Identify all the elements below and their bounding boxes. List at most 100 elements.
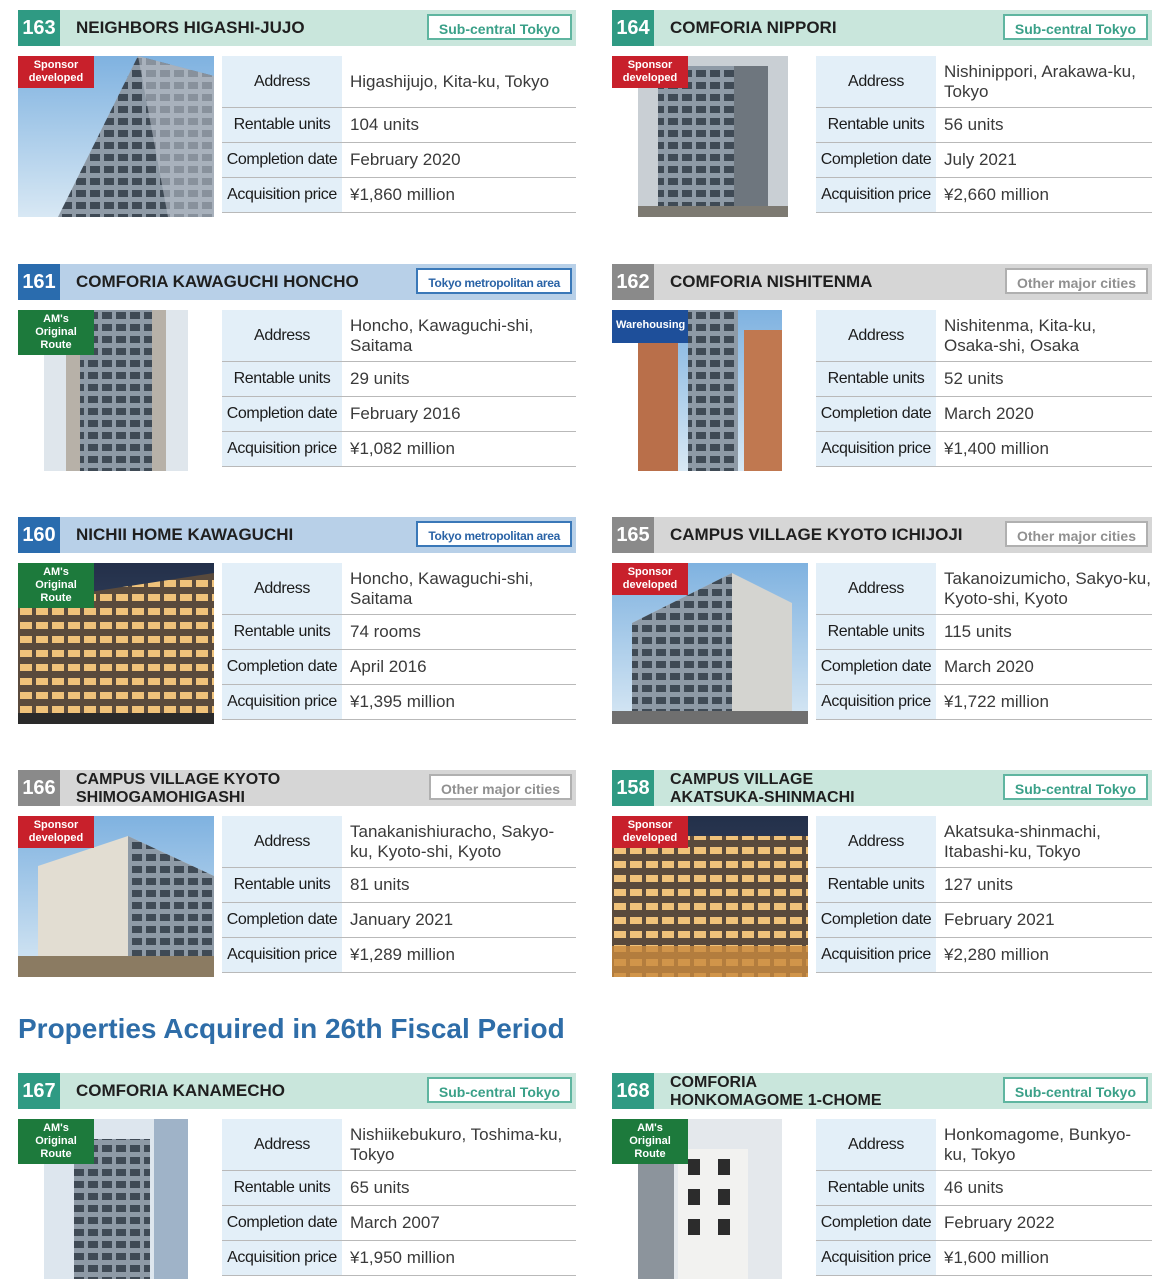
property-card: 160 NICHII HOME KAWAGUCHI Tokyo metropol… [18,517,576,737]
property-details: Address Nishitenma, Kita-ku, Osaka-shi, O… [816,310,1152,467]
property-details: Address Honkomagome, Bunkyo-ku, Tokyo Ren… [816,1119,1152,1276]
address-label: Address [816,56,936,107]
property-number: 166 [18,770,60,806]
property-card: 167 COMFORIA KANAMECHO Sub-central Tokyo… [18,1073,576,1279]
address-value: Honkomagome, Bunkyo-ku, Tokyo [944,1124,1132,1164]
card-header: 161 COMFORIA KAWAGUCHI HONCHO Tokyo metr… [18,264,576,300]
sponsor-developed-badge: Sponsor developed [18,816,94,848]
price-value: ¥1,950 million [350,1248,455,1267]
property-details: Address Honcho, Kawaguchi-shi, Saitama Re… [222,310,576,467]
price-value: ¥1,600 million [944,1248,1049,1267]
units-label: Rentable units [816,108,936,142]
property-card: 162 COMFORIA NISHITENMA Other major citi… [612,264,1152,484]
address-value: Takanoizumicho, Sakyo-ku, Kyoto-shi, Kyo… [944,568,1151,608]
property-card: 163 NEIGHBORS HIGASHI-JUJO Sub-central T… [18,10,576,230]
property-number: 164 [612,10,654,46]
area-tag: Other major cities [1004,268,1148,294]
price-label: Acquisition price [816,178,936,212]
property-name: CAMPUS VILLAGE AKATSUKA-SHINMACHI [670,771,855,806]
property-card: 164 COMFORIA NIPPORI Sub-central Tokyo S… [612,10,1152,230]
price-label: Acquisition price [222,178,342,212]
area-tag: Sub-central Tokyo [426,1077,572,1103]
area-tag: Sub-central Tokyo [1002,774,1148,800]
price-value: ¥1,082 million [350,439,455,458]
address-label: Address [222,310,342,361]
address-label: Address [222,1119,342,1170]
property-details: Address Nishinippori, Arakawa-ku, Tokyo R… [816,56,1152,213]
address-value: Nishinippori, Arakawa-ku, Tokyo [944,61,1136,101]
address-label: Address [222,563,342,614]
property-details: Address Honcho, Kawaguchi-shi, Saitama Re… [222,563,576,720]
price-value: ¥1,289 million [350,945,455,964]
area-tag: Other major cities [428,774,572,800]
am-original-route-badge: AM's Original Route [18,1119,94,1164]
price-label: Acquisition price [816,432,936,466]
card-header: 167 COMFORIA KANAMECHO Sub-central Tokyo [18,1073,576,1109]
address-value: Tanakanishiuracho, Sakyo-ku, Kyoto-shi, … [350,821,555,861]
property-number: 160 [18,517,60,553]
completion-value: July 2021 [944,150,1017,169]
am-original-route-badge: AM's Original Route [18,563,94,608]
address-value: Higashijujo, Kita-ku, Tokyo [350,71,550,91]
completion-label: Completion date [222,397,342,431]
units-value: 115 units [944,622,1012,641]
area-tag: Sub-central Tokyo [1002,1077,1148,1103]
price-value: ¥2,280 million [944,945,1049,964]
units-label: Rentable units [816,1171,936,1205]
address-label: Address [816,310,936,361]
price-value: ¥1,722 million [944,692,1049,711]
property-number: 165 [612,517,654,553]
completion-label: Completion date [222,1206,342,1240]
property-number: 163 [18,10,60,46]
price-label: Acquisition price [222,1241,342,1275]
property-name: COMFORIA NIPPORI [670,18,837,37]
completion-label: Completion date [222,650,342,684]
property-number: 161 [18,264,60,300]
sponsor-developed-badge: Sponsor developed [612,816,688,848]
property-details: Address Nishiikebukuro, Toshima-ku, Tokyo… [222,1119,576,1276]
card-header: 160 NICHII HOME KAWAGUCHI Tokyo metropol… [18,517,576,553]
completion-value: March 2020 [944,404,1034,423]
address-label: Address [222,816,342,867]
property-details: Address Tanakanishiuracho, Sakyo-ku, Kyot… [222,816,576,973]
property-name: COMFORIA HONKOMAGOME 1-CHOME [670,1074,882,1109]
am-original-route-badge: AM's Original Route [18,310,94,355]
card-header: 166 CAMPUS VILLAGE KYOTO SHIMOGAMOHIGASH… [18,770,576,806]
completion-value: March 2020 [944,657,1034,676]
sponsor-developed-badge: Sponsor developed [612,563,688,595]
am-original-route-badge: AM's Original Route [612,1119,688,1164]
completion-label: Completion date [222,143,342,177]
property-card: 158 CAMPUS VILLAGE AKATSUKA-SHINMACHI Su… [612,770,1152,990]
property-name: COMFORIA KANAMECHO [76,1081,286,1100]
property-name: NICHII HOME KAWAGUCHI [76,525,294,544]
address-value: Nishitenma, Kita-ku, Osaka-shi, Osaka [944,315,1097,355]
property-details: Address Akatsuka-shinmachi, Itabashi-ku, … [816,816,1152,973]
warehousing-badge: Warehousing [612,310,688,343]
address-label: Address [816,1119,936,1170]
completion-label: Completion date [816,650,936,684]
completion-value: February 2021 [944,910,1055,929]
completion-label: Completion date [816,1206,936,1240]
completion-label: Completion date [222,903,342,937]
property-name: CAMPUS VILLAGE KYOTO SHIMOGAMOHIGASHI [76,771,281,806]
address-value: Honcho, Kawaguchi-shi, Saitama [350,568,534,608]
property-name: CAMPUS VILLAGE KYOTO ICHIJOJI [670,525,963,544]
property-details: Address Higashijujo, Kita-ku, Tokyo Renta… [222,56,576,213]
card-header: 158 CAMPUS VILLAGE AKATSUKA-SHINMACHI Su… [612,770,1152,806]
price-label: Acquisition price [816,1241,936,1275]
property-name: NEIGHBORS HIGASHI-JUJO [76,18,305,37]
property-card: 166 CAMPUS VILLAGE KYOTO SHIMOGAMOHIGASH… [18,770,576,990]
property-number: 162 [612,264,654,300]
area-tag: Other major cities [1004,521,1148,547]
units-value: 104 units [350,115,419,134]
property-number: 167 [18,1073,60,1109]
units-value: 29 units [350,369,410,388]
property-card: 161 COMFORIA KAWAGUCHI HONCHO Tokyo metr… [18,264,576,484]
units-label: Rentable units [222,362,342,396]
completion-value: February 2020 [350,150,461,169]
price-label: Acquisition price [222,685,342,719]
address-label: Address [222,56,342,107]
units-label: Rentable units [816,615,936,649]
address-label: Address [816,563,936,614]
units-label: Rentable units [816,868,936,902]
